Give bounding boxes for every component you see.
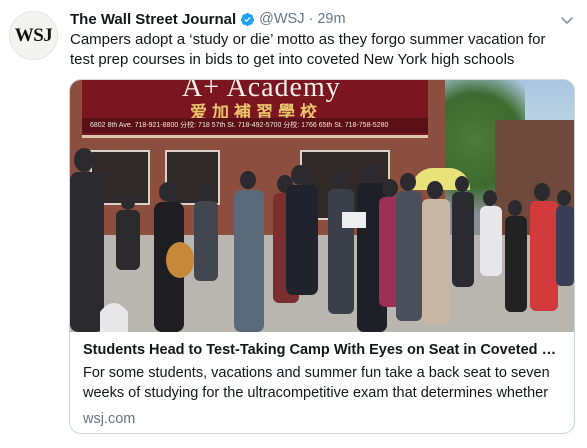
separator-dot: · — [308, 11, 314, 27]
tweet-header: The Wall Street Journal @WSJ · 29m — [70, 9, 547, 29]
card-domain[interactable]: wsj.com — [83, 409, 562, 429]
card-image[interactable]: A+ Academy 爱加補習學校 6802 8th Ave. 718-921-… — [70, 80, 574, 332]
user-handle[interactable]: @WSJ — [259, 11, 304, 27]
crowd-of-students — [70, 148, 574, 332]
timestamp[interactable]: 29m — [317, 11, 345, 27]
avatar[interactable]: WSJ — [9, 11, 58, 60]
chevron-down-icon[interactable] — [559, 12, 575, 28]
verified-badge-icon — [240, 12, 255, 27]
card-title[interactable]: Students Head to Test-Taking Camp With E… — [83, 340, 562, 360]
link-card[interactable]: A+ Academy 爱加補習學校 6802 8th Ave. 718-921-… — [69, 79, 575, 434]
display-name[interactable]: The Wall Street Journal — [70, 11, 236, 28]
card-body[interactable]: Students Head to Test-Taking Camp With E… — [70, 332, 574, 429]
card-description: For some students, vacations and summer … — [83, 365, 550, 401]
tweet-text: Campers adopt a ‘study or die’ motto as … — [70, 31, 546, 68]
